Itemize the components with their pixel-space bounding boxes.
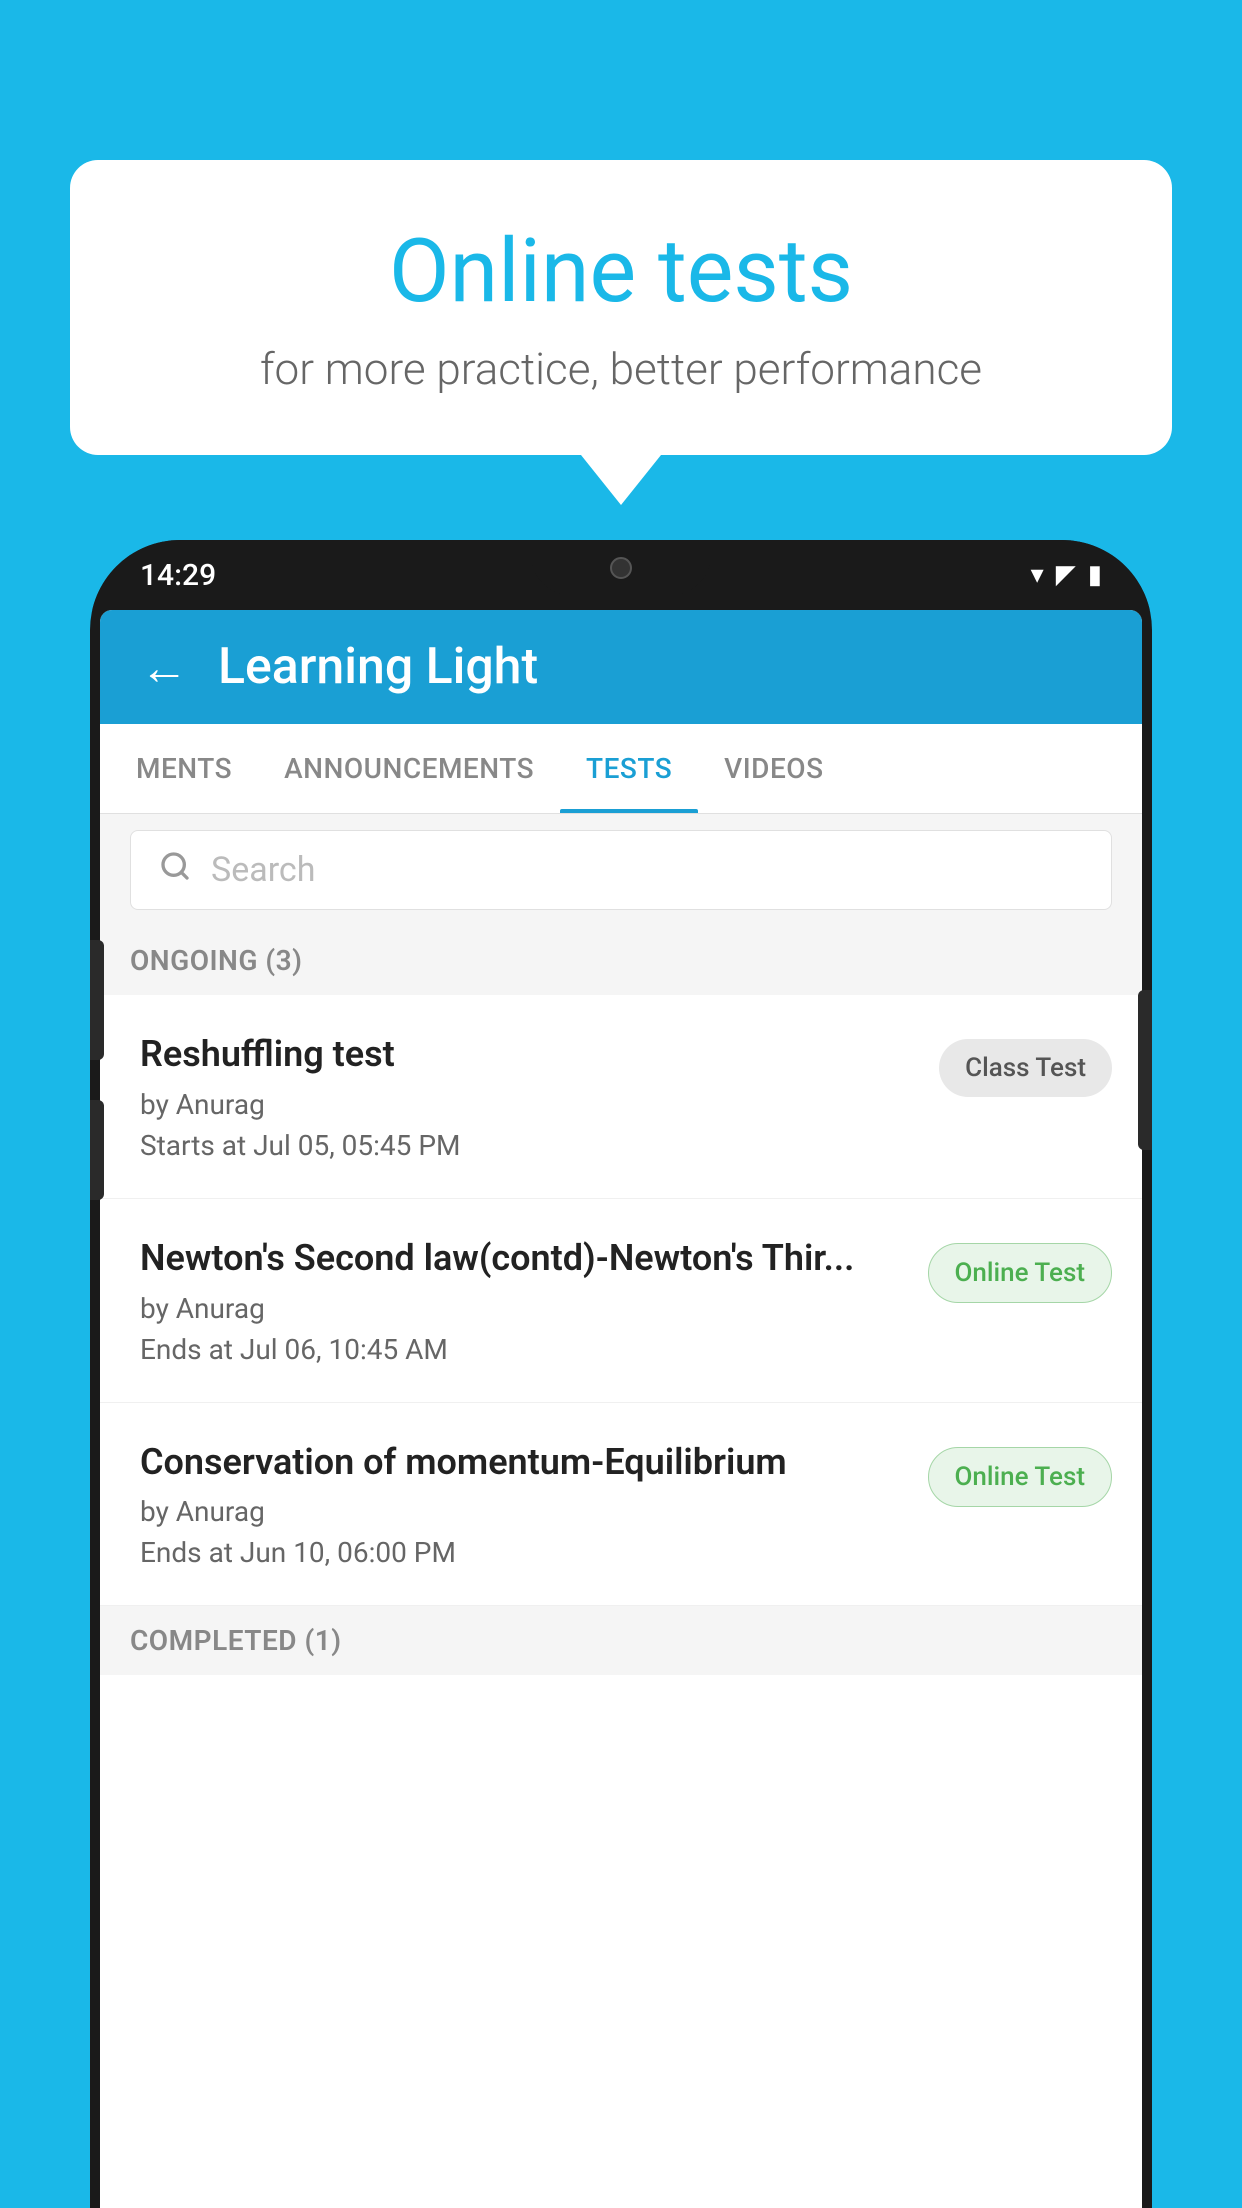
- test-item-reshuffling-date: Starts at Jul 05, 05:45 PM: [140, 1129, 919, 1162]
- test-item-conservation-title: Conservation of momentum-Equilibrium: [140, 1439, 908, 1486]
- speech-bubble: Online tests for more practice, better p…: [70, 160, 1172, 455]
- tab-ments[interactable]: MENTS: [110, 724, 258, 813]
- tab-tests[interactable]: TESTS: [560, 724, 698, 813]
- power-button: [1138, 990, 1152, 1150]
- test-badge-online-2: Online Test: [928, 1447, 1113, 1507]
- status-bar: 14:29 ▾ ◤ ▮: [90, 540, 1152, 610]
- search-input[interactable]: Search: [211, 850, 315, 890]
- test-item-newtons-title: Newton's Second law(contd)-Newton's Thir…: [140, 1235, 908, 1282]
- completed-section-header: COMPLETED (1): [100, 1606, 1142, 1675]
- search-icon: [159, 849, 191, 891]
- speech-bubble-container: Online tests for more practice, better p…: [70, 160, 1172, 505]
- phone-notch: [531, 540, 711, 595]
- wifi-icon: ▾: [1031, 560, 1044, 590]
- signal-icon: ◤: [1056, 560, 1076, 590]
- camera: [610, 557, 632, 579]
- app-header: ← Learning Light: [100, 610, 1142, 724]
- volume-down-button: [90, 1100, 104, 1200]
- test-item-conservation-content: Conservation of momentum-Equilibrium by …: [140, 1439, 928, 1570]
- speech-bubble-title: Online tests: [150, 220, 1092, 323]
- tab-announcements[interactable]: ANNOUNCEMENTS: [258, 724, 560, 813]
- app-header-title: Learning Light: [218, 638, 538, 696]
- test-badge-online-1: Online Test: [928, 1243, 1113, 1303]
- phone-frame: 14:29 ▾ ◤ ▮ ← Learning Light MENTS ANNOU…: [90, 540, 1152, 2208]
- ongoing-section-header: ONGOING (3): [100, 926, 1142, 995]
- test-item-newtons-content: Newton's Second law(contd)-Newton's Thir…: [140, 1235, 928, 1366]
- battery-icon: ▮: [1088, 560, 1102, 590]
- speech-bubble-subtitle: for more practice, better performance: [150, 343, 1092, 395]
- status-icons: ▾ ◤ ▮: [1031, 560, 1102, 590]
- test-item-conservation-date: Ends at Jun 10, 06:00 PM: [140, 1536, 908, 1569]
- search-container: Search: [100, 814, 1142, 926]
- test-item-reshuffling-author: by Anurag: [140, 1088, 919, 1121]
- test-item-newtons[interactable]: Newton's Second law(contd)-Newton's Thir…: [100, 1199, 1142, 1403]
- back-button[interactable]: ←: [140, 639, 188, 696]
- volume-up-button: [90, 940, 104, 1060]
- test-item-conservation-author: by Anurag: [140, 1495, 908, 1528]
- test-item-reshuffling-content: Reshuffling test by Anurag Starts at Jul…: [140, 1031, 939, 1162]
- test-item-conservation[interactable]: Conservation of momentum-Equilibrium by …: [100, 1403, 1142, 1607]
- tabs-bar: MENTS ANNOUNCEMENTS TESTS VIDEOS: [100, 724, 1142, 814]
- app-content: ← Learning Light MENTS ANNOUNCEMENTS TES…: [100, 610, 1142, 2208]
- test-item-newtons-date: Ends at Jul 06, 10:45 AM: [140, 1333, 908, 1366]
- test-badge-class: Class Test: [939, 1039, 1112, 1097]
- test-item-reshuffling-title: Reshuffling test: [140, 1031, 919, 1078]
- tab-videos[interactable]: VIDEOS: [698, 724, 849, 813]
- test-item-reshuffling[interactable]: Reshuffling test by Anurag Starts at Jul…: [100, 995, 1142, 1199]
- test-item-newtons-author: by Anurag: [140, 1292, 908, 1325]
- search-input-wrapper[interactable]: Search: [130, 830, 1112, 910]
- status-time: 14:29: [140, 558, 216, 593]
- speech-bubble-arrow: [581, 455, 661, 505]
